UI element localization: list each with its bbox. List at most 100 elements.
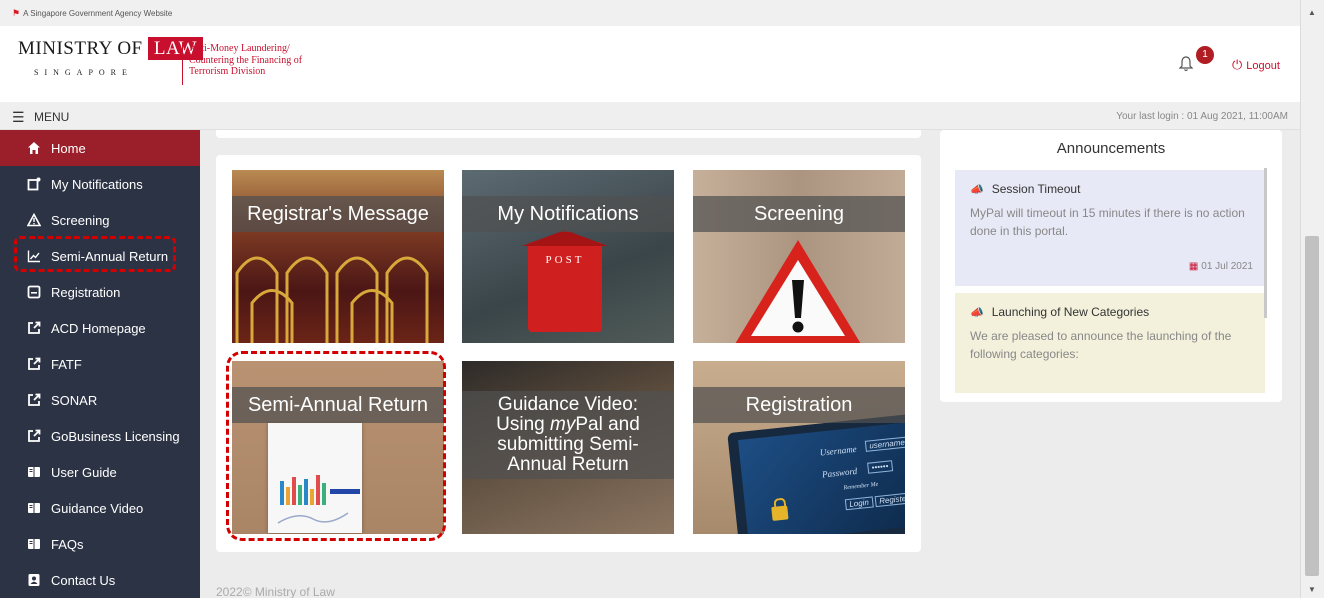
- tile-label-line: submitting Semi-: [497, 433, 639, 455]
- sidebar-item-acd-homepage[interactable]: ACD Homepage: [0, 310, 200, 346]
- scrollbar-thumb[interactable]: [1305, 236, 1319, 576]
- external-link-icon: [27, 393, 41, 407]
- sidebar-item-user-guide[interactable]: User Guide: [0, 454, 200, 490]
- register-button-image: Register: [874, 492, 905, 508]
- scroll-down-arrow-icon[interactable]: ▼: [1308, 585, 1316, 594]
- sidebar-item-home[interactable]: Home: [0, 130, 200, 166]
- password-label: Password: [821, 465, 858, 480]
- announcement-title: Launching of New Categories: [991, 305, 1150, 319]
- header: MINISTRY OF LAW SINGAPORE Anti-Money Lau…: [0, 26, 1300, 102]
- sidebar-item-label: User Guide: [51, 464, 117, 480]
- sidebar-item-fatf[interactable]: FATF: [0, 346, 200, 382]
- remember-me-label: Remember Me: [843, 481, 879, 492]
- power-icon: ⏻: [1232, 57, 1243, 72]
- tablet-login-image: Username username Password •••••• Rememb…: [727, 413, 905, 534]
- sidebar-item-registration[interactable]: Registration: [0, 274, 200, 310]
- chairs-image: [235, 256, 429, 343]
- gov-banner: ⚑ A Singapore Government Agency Website: [0, 0, 1300, 26]
- tile-label: Screening: [693, 196, 905, 232]
- tile-label-line: Guidance Video:: [497, 394, 639, 415]
- sidebar-item-label: Home: [51, 140, 86, 156]
- megaphone-icon: 📣: [970, 184, 984, 196]
- book-icon: [27, 501, 41, 515]
- announcements-panel: Announcements 📣 Session Timeout MyPal wil…: [940, 130, 1282, 402]
- warning-sign-image: [735, 240, 861, 343]
- last-login-text: Your last login : 01 Aug 2021, 11:00AM: [1116, 111, 1288, 122]
- announcement-body: MyPal will timeout in 15 minutes if ther…: [970, 206, 1245, 238]
- external-link-icon: [27, 357, 41, 371]
- login-button-image: Login: [844, 496, 874, 511]
- mailbox-image: POST: [522, 230, 608, 332]
- tile-label: My Notifications: [462, 196, 674, 232]
- username-label: Username: [819, 443, 858, 458]
- logo-country: SINGAPORE: [34, 68, 133, 77]
- sidebar-item-label: SONAR: [51, 392, 98, 408]
- menu-bar: ☰ MENU Your last login : 01 Aug 2021, 11…: [0, 102, 1300, 130]
- sidebar-item-label: FATF: [51, 356, 82, 372]
- menu-label[interactable]: MENU: [34, 110, 69, 124]
- hamburger-icon[interactable]: ☰: [12, 109, 25, 126]
- sidebar-item-my-notifications[interactable]: My Notifications: [0, 166, 200, 202]
- tile-screening[interactable]: Screening: [693, 170, 905, 343]
- tile-guidance-video[interactable]: Guidance Video: Using myPal and submitti…: [462, 361, 674, 534]
- gov-banner-text: A Singapore Government Agency Website: [23, 9, 173, 18]
- tile-label-emphasis: my: [550, 413, 576, 435]
- page-scrollbar[interactable]: ▲ ▼: [1300, 0, 1324, 598]
- sidebar-item-gobusiness-licensing[interactable]: GoBusiness Licensing: [0, 418, 200, 454]
- mailbox-text: POST: [545, 254, 585, 266]
- notification-count-badge: 1: [1196, 46, 1214, 64]
- sidebar-item-label: ACD Homepage: [51, 320, 146, 336]
- tile-label-group: Guidance Video: Using myPal and submitti…: [462, 391, 674, 479]
- megaphone-icon: 📣: [970, 307, 984, 319]
- bell-icon[interactable]: [1179, 56, 1193, 72]
- password-field: ••••••: [867, 460, 893, 474]
- ministry-logo[interactable]: MINISTRY OF LAW SINGAPORE: [18, 37, 204, 94]
- announcement-item[interactable]: 📣 Session Timeout MyPal will timeout in 1…: [955, 170, 1265, 286]
- announcement-body: We are pleased to announce the launching…: [970, 329, 1232, 361]
- padlock-icon: [771, 505, 789, 521]
- tile-label-line: Annual Return: [507, 453, 629, 475]
- logout-button[interactable]: ⏻ Logout: [1232, 57, 1280, 73]
- scroll-up-arrow-icon[interactable]: ▲: [1308, 8, 1316, 17]
- content-top-card: [216, 130, 921, 138]
- tile-my-notifications[interactable]: POST My Notifications: [462, 170, 674, 343]
- sidebar-item-sonar[interactable]: SONAR: [0, 382, 200, 418]
- sidebar-item-label: Registration: [51, 284, 121, 300]
- username-field: username: [864, 436, 905, 452]
- tile-label: Registrar's Message: [232, 196, 444, 232]
- lion-icon: ⚑: [12, 8, 21, 18]
- book-icon: [27, 537, 41, 551]
- sidebar-item-label: GoBusiness Licensing: [51, 428, 180, 444]
- notification-icon: [27, 177, 41, 191]
- sidebar-item-label: My Notifications: [51, 176, 143, 192]
- announcements-scrollbar[interactable]: [1264, 168, 1267, 318]
- home-icon: [27, 141, 41, 155]
- highlight-sidebar-semi-annual-return: [14, 236, 176, 272]
- announcements-title: Announcements: [1056, 140, 1166, 157]
- warning-icon: [27, 213, 41, 227]
- sidebar-item-screening[interactable]: Screening: [0, 202, 200, 238]
- sidebar: Home My Notifications Screening Semi-Ann…: [0, 130, 200, 598]
- tile-label-line: Using: [496, 413, 551, 435]
- book-icon: [27, 465, 41, 479]
- sidebar-item-label: Screening: [51, 212, 110, 228]
- sidebar-item-faqs[interactable]: FAQs: [0, 526, 200, 562]
- tile-registrars-message[interactable]: Registrar's Message: [232, 170, 444, 343]
- tile-label-line: Pal and: [575, 413, 640, 435]
- calendar-icon: ▦: [1188, 261, 1199, 272]
- external-link-icon: [27, 429, 41, 443]
- footer-copyright: 2022© Ministry of Law: [216, 585, 335, 598]
- logout-label: Logout: [1246, 60, 1280, 72]
- division-name: Anti-Money Laundering/ Countering the Fi…: [182, 43, 332, 85]
- sidebar-item-label: Contact Us: [51, 572, 116, 588]
- external-link-icon: [27, 321, 41, 335]
- announcement-title: Session Timeout: [991, 182, 1081, 196]
- sidebar-item-guidance-video[interactable]: Guidance Video: [0, 490, 200, 526]
- form-icon: [27, 285, 41, 299]
- announcement-item[interactable]: 📣 Launching of New Categories We are plea…: [955, 293, 1265, 393]
- sidebar-item-label: FAQs: [51, 536, 84, 552]
- contact-icon: [27, 573, 41, 587]
- tile-registration[interactable]: Username username Password •••••• Rememb…: [693, 361, 905, 534]
- sidebar-item-contact-us[interactable]: Contact Us: [0, 562, 200, 598]
- announcement-date: 01 Jul 2021: [1201, 261, 1253, 272]
